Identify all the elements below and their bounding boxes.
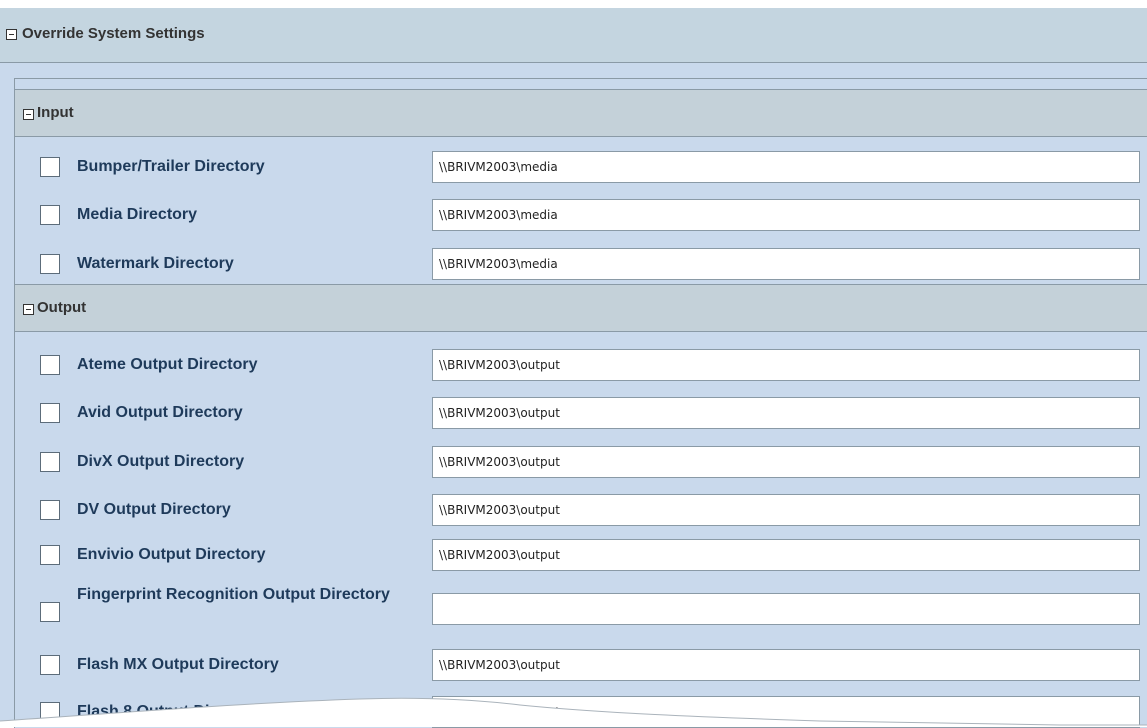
override-checkbox[interactable] [40, 355, 60, 375]
row-label: Envivio Output Directory [77, 546, 266, 563]
directory-input[interactable] [432, 446, 1140, 478]
override-checkbox[interactable] [40, 157, 60, 177]
directory-input[interactable] [432, 199, 1140, 231]
input-section-header[interactable]: Input [15, 89, 1147, 137]
override-settings-panel: Override System Settings Input Bumper/Tr… [0, 8, 1147, 728]
directory-input[interactable] [432, 649, 1140, 681]
panel-title: Override System Settings [22, 25, 205, 42]
row-label: Flash MX Output Directory [77, 656, 279, 673]
row-label: Watermark Directory [77, 255, 234, 272]
override-checkbox[interactable] [40, 403, 60, 423]
override-checkbox[interactable] [40, 545, 60, 565]
directory-input[interactable] [432, 539, 1140, 571]
row-label: Bumper/Trailer Directory [77, 158, 265, 175]
override-checkbox[interactable] [40, 602, 60, 622]
row-label: DivX Output Directory [77, 453, 245, 470]
torn-edge-decoration [0, 697, 1147, 727]
input-section-label: Input [37, 104, 74, 121]
override-checkbox[interactable] [40, 452, 60, 472]
row-label: Fingerprint Recognition Output Directory [77, 586, 390, 603]
directory-input[interactable] [432, 593, 1140, 625]
override-settings-header[interactable]: Override System Settings [0, 8, 1147, 63]
directory-input[interactable] [432, 349, 1140, 381]
override-checkbox[interactable] [40, 254, 60, 274]
output-section-header[interactable]: Output [15, 284, 1147, 332]
directory-input[interactable] [432, 248, 1140, 280]
override-checkbox[interactable] [40, 500, 60, 520]
override-checkbox[interactable] [40, 205, 60, 225]
output-section-label: Output [37, 299, 87, 316]
row-label: Ateme Output Directory [77, 356, 258, 373]
collapse-toggle-icon[interactable] [23, 304, 34, 315]
row-label: DV Output Directory [77, 501, 231, 518]
collapse-toggle-icon[interactable] [23, 109, 34, 120]
override-checkbox[interactable] [40, 655, 60, 675]
row-label: Avid Output Directory [77, 404, 243, 421]
row-label: Media Directory [77, 206, 198, 223]
collapse-toggle-icon[interactable] [6, 29, 17, 40]
directory-input[interactable] [432, 397, 1140, 429]
directory-input[interactable] [432, 151, 1140, 183]
directory-input[interactable] [432, 494, 1140, 526]
